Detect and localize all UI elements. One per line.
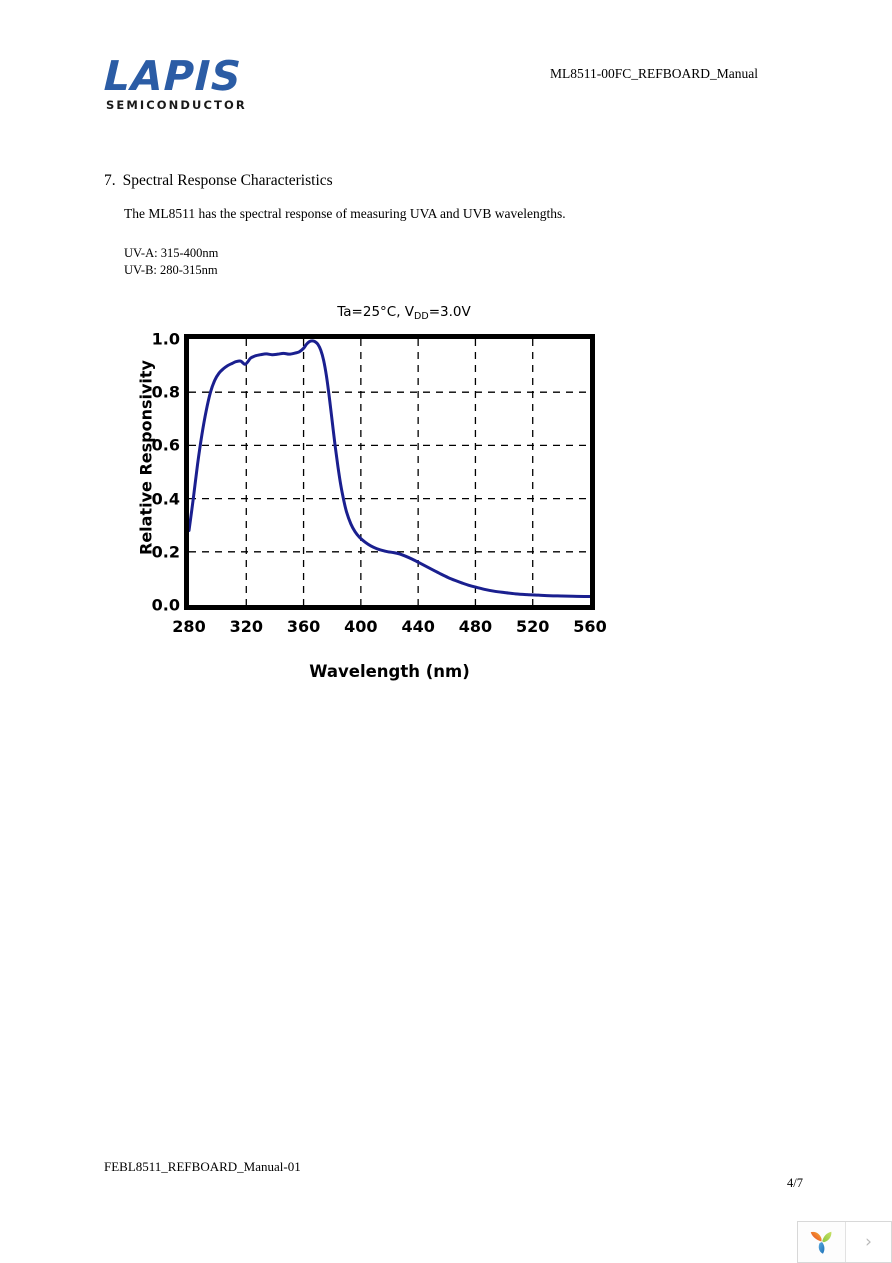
footer-page-number: 4/7 [787, 1176, 803, 1190]
x-tick-label: 280 [172, 617, 206, 636]
chart-title-subscript: DD [414, 311, 429, 322]
chart-title-suffix: =3.0V [428, 304, 471, 320]
x-axis-title: Wavelength (nm) [309, 662, 470, 681]
intro-paragraph: The ML8511 has the spectral response of … [124, 206, 566, 221]
viewer-toolbar: › [797, 1221, 892, 1263]
responsivity-curve [189, 339, 590, 599]
x-tick-label: 400 [344, 617, 378, 636]
chevron-right-icon: › [865, 1232, 872, 1252]
lapis-logo: LAPIS SEMICONDUCTOR [103, 52, 364, 113]
x-tick-label: 360 [286, 617, 321, 636]
x-tick-label: 320 [229, 617, 263, 636]
page-header: LAPIS SEMICONDUCTOR ML8511-00FC_REFBOARD… [0, 52, 892, 115]
chart-title-main: Ta=25°C, V [337, 304, 415, 320]
y-tick-label: 1.0 [151, 329, 180, 349]
lapis-subtext: SEMICONDUCTOR [106, 98, 247, 112]
section-title: Spectral Response Characteristics [122, 172, 333, 189]
spectral-response-chart: Ta=25°C, VDD=3.0V Relative Responsivity … [104, 300, 644, 695]
uv-b-range: UV-B: 280-315nm [124, 263, 218, 277]
x-tick-label: 560 [573, 617, 607, 636]
y-tick-label: 0.0 [151, 595, 180, 615]
leaf-logo-icon [810, 1231, 831, 1254]
x-tick-label: 440 [401, 617, 435, 636]
lapis-wordmark: LAPIS [103, 52, 243, 100]
plot-svg [189, 339, 590, 605]
section-heading: 7. Spectral Response Characteristics [104, 172, 333, 190]
y-tick-label: 0.6 [151, 435, 180, 455]
y-tick-label: 0.4 [151, 489, 180, 509]
document-header-title: ML8511-00FC_REFBOARD_Manual [550, 66, 759, 81]
x-gridlines [245, 339, 534, 605]
viewer-brand-button[interactable] [798, 1222, 846, 1262]
footer-document-id: FEBL8511_REFBOARD_Manual-01 [104, 1159, 301, 1174]
viewer-next-button[interactable]: › [846, 1222, 891, 1262]
uv-a-range: UV-A: 315-400nm [124, 246, 219, 260]
x-tick-label: 480 [458, 617, 493, 636]
y-gridlines [189, 391, 590, 553]
chart-title: Ta=25°C, VDD=3.0V [104, 304, 644, 322]
y-tick-label: 0.8 [151, 382, 180, 402]
section-number: 7. [104, 172, 116, 189]
plot-area: 0.0 0.2 0.4 0.6 0.8 1.0 280 320 360 400 440 480 520… [152, 330, 607, 637]
uv-range-list: UV-A: 315-400nm UV-B: 280-315nm [124, 245, 218, 279]
x-tick-label: 520 [516, 617, 550, 636]
y-tick-label: 0.2 [151, 542, 180, 562]
